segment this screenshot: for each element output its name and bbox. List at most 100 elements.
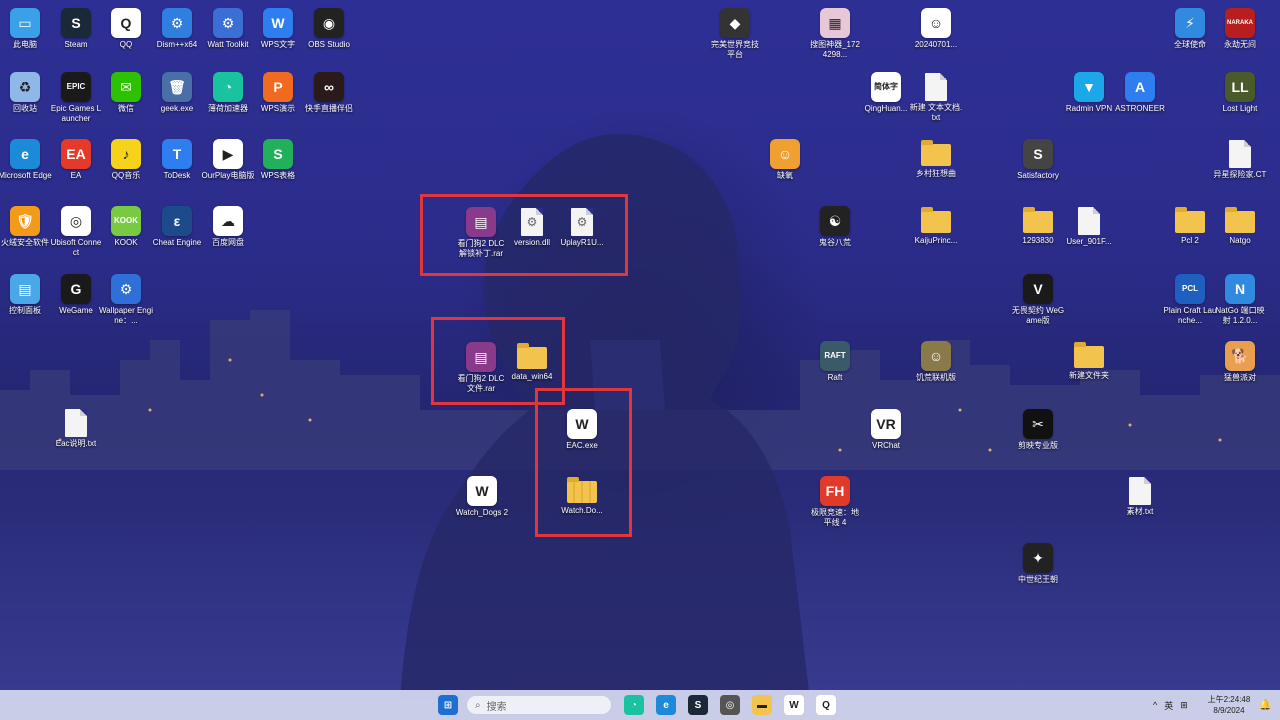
desktop-shortcut[interactable]: ✉ 微信 xyxy=(98,72,154,114)
desktop-shortcut[interactable]: ◆ 完美世界竞技平台 xyxy=(707,8,763,60)
notification-bell-icon[interactable]: 🔔 xyxy=(1259,690,1271,720)
desktop-shortcut-label: EA xyxy=(70,171,82,180)
desktop-shortcut[interactable]: ▤ 控制面板 xyxy=(0,274,53,316)
desktop-shortcut[interactable]: ◎ Ubisoft Connect xyxy=(48,206,104,258)
desktop-shortcut-label: 搜图神器_1724298... xyxy=(810,40,860,59)
desktop-shortcut[interactable]: KaijuPrinc... xyxy=(908,206,964,246)
desktop-shortcut[interactable]: FH 极限竞速：地平线 4 xyxy=(807,476,863,528)
desktop-shortcut[interactable]: 新建文件夹 xyxy=(1061,341,1117,381)
desktop-shortcut[interactable]: P WPS演示 xyxy=(250,72,306,114)
search-icon: ⌕ xyxy=(475,699,481,711)
desktop-shortcut-label: 永劫无间 xyxy=(1224,40,1256,49)
desktop-shortcut[interactable]: LL Lost Light xyxy=(1212,72,1268,114)
desktop-shortcut[interactable]: ∞ 快手直播伴侣 xyxy=(301,72,357,114)
desktop-shortcut[interactable]: ☺ 饥荒联机版 xyxy=(908,341,964,383)
desktop-shortcut[interactable]: KOOK KOOK xyxy=(98,206,154,248)
desktop-shortcut[interactable]: 新建 文本文档.txt xyxy=(908,72,964,123)
ime-indicator[interactable]: 英 xyxy=(1164,699,1173,712)
desktop-shortcut[interactable]: S Satisfactory xyxy=(1010,139,1066,181)
desktop-shortcut[interactable]: 异星探险家.CT xyxy=(1212,139,1268,180)
obs-icon: ◉ xyxy=(314,8,344,38)
desktop-shortcut[interactable]: T ToDesk xyxy=(149,139,205,181)
qq-icon: Q xyxy=(111,8,141,38)
edge-icon: e xyxy=(10,139,40,169)
desktop-shortcut[interactable]: V 无畏契约 WeGame版 xyxy=(1010,274,1066,326)
desktop-shortcut[interactable]: W WPS文字 xyxy=(250,8,306,50)
forza-icon: FH xyxy=(820,476,850,506)
desktop-shortcut-label: Wallpaper Engine：... xyxy=(99,306,153,325)
desktop-shortcut[interactable]: 1293830 xyxy=(1010,206,1066,246)
desktop-shortcut[interactable]: S WPS表格 xyxy=(250,139,306,181)
desktop-shortcut[interactable]: ✦ 中世纪王朝 xyxy=(1010,543,1066,585)
taskbar-clock[interactable]: 上午2:24:48 8/9/2024 xyxy=(1203,694,1255,716)
file-icon xyxy=(1078,207,1100,235)
desktop-shortcut[interactable]: VR VRChat xyxy=(858,409,914,451)
desktop-shortcut[interactable]: 素材.txt xyxy=(1112,476,1168,517)
desktop-shortcut[interactable]: RAFT Raft xyxy=(807,341,863,383)
edge-taskbar-icon[interactable]: e xyxy=(656,695,676,715)
desktop-shortcut[interactable]: ♻ 回收站 xyxy=(0,72,53,114)
desktop-shortcut[interactable]: EPIC Epic Games Launcher xyxy=(48,72,104,124)
desktop-shortcut[interactable]: User_901F... xyxy=(1061,206,1117,247)
desktop-shortcut[interactable]: ▭ 此电脑 xyxy=(0,8,53,50)
desktop-shortcut[interactable]: ☁ 百度网盘 xyxy=(200,206,256,248)
desktop-shortcut[interactable]: ⚙ Wallpaper Engine：... xyxy=(98,274,154,326)
desktop-shortcut[interactable]: PCL Plain Craft Launche... xyxy=(1162,274,1218,326)
clock-time: 上午2:24:48 xyxy=(1207,695,1251,704)
ubisoft-taskbar-icon[interactable]: ◎ xyxy=(720,695,740,715)
taskbar-search-box[interactable]: ⌕ 搜索 xyxy=(466,695,612,715)
desktop-shortcut[interactable]: ☺ 20240701... xyxy=(908,8,964,50)
desktop-shortcut[interactable]: S Steam xyxy=(48,8,104,50)
desktop-shortcut[interactable]: 🗑 geek.exe xyxy=(149,72,205,114)
desktop-shortcut[interactable]: 🐕 猛兽派对 xyxy=(1212,341,1268,383)
kook-icon: KOOK xyxy=(111,206,141,236)
desktop-shortcut[interactable]: ☯ 鬼谷八荒 xyxy=(807,206,863,248)
desktop-shortcut[interactable]: 乡村狂想曲 xyxy=(908,139,964,179)
desktop-shortcut[interactable]: Pcl 2 xyxy=(1162,206,1218,246)
ime-mode-icon[interactable]: ⊞ xyxy=(1180,700,1188,711)
desktop-shortcut[interactable]: Eac说明.txt xyxy=(48,408,104,449)
dont-starve-icon: ☺ xyxy=(921,341,951,371)
desktop-shortcut[interactable]: ✂ 剪映专业版 xyxy=(1010,409,1066,451)
watch-dogs-taskbar-icon[interactable]: W xyxy=(784,695,804,715)
desktop-shortcut[interactable]: ☺ 缺氧 xyxy=(757,139,813,181)
desktop-shortcut[interactable]: ε Cheat Engine xyxy=(149,206,205,248)
desktop-shortcut[interactable]: A ASTRONEER xyxy=(1112,72,1168,114)
desktop-shortcut[interactable]: ▶ OurPlay电脑版 xyxy=(200,139,256,181)
desktop-shortcut[interactable]: ◉ OBS Studio xyxy=(301,8,357,50)
desktop[interactable]: ▭ 此电脑 S Steam Q QQ ⚙ Dism++x64 ⚙ Watt Toolkit W WPS… xyxy=(0,0,1280,700)
desktop-shortcut[interactable]: ▼ Radmin VPN xyxy=(1061,72,1117,114)
tray-chevron-icon[interactable]: ^ xyxy=(1153,700,1157,710)
desktop-shortcut-label: 新建文件夹 xyxy=(1069,371,1109,380)
desktop-shortcut[interactable]: ▦ 搜图神器_1724298... xyxy=(807,8,863,60)
dism-gear-icon: ⚙ xyxy=(162,8,192,38)
desktop-shortcut-label: 乡村狂想曲 xyxy=(916,169,956,178)
desktop-shortcut[interactable]: 简体字 QingHuan... xyxy=(858,72,914,114)
desktop-shortcut[interactable]: Natgo xyxy=(1212,206,1268,246)
desktop-shortcut[interactable]: 🛡 火绒安全软件 xyxy=(0,206,53,248)
desktop-shortcut[interactable]: EA EA xyxy=(48,139,104,181)
geek-icon: 🗑 xyxy=(162,72,192,102)
desktop-shortcut[interactable]: ⚡ 全球使命 xyxy=(1162,8,1218,50)
desktop-shortcut[interactable]: G WeGame xyxy=(48,274,104,316)
steam-taskbar-icon[interactable]: S xyxy=(688,695,708,715)
mint-accelerator-taskbar-icon[interactable]: ◔ xyxy=(624,695,644,715)
explorer-taskbar-icon[interactable]: ▬ xyxy=(752,695,772,715)
desktop-shortcut[interactable]: N NatGo 端口映射 1.2.0... xyxy=(1212,274,1268,326)
start-button[interactable]: ⊞ xyxy=(438,695,458,715)
desktop-shortcut[interactable]: e Microsoft Edge xyxy=(0,139,53,181)
wps-presentation-icon: P xyxy=(263,72,293,102)
desktop-shortcut-label: Watch_Dogs 2 xyxy=(455,508,509,517)
desktop-shortcut[interactable]: ⚙ Dism++x64 xyxy=(149,8,205,50)
desktop-shortcut[interactable]: ⚙ Watt Toolkit xyxy=(200,8,256,50)
global-mission-icon: ⚡ xyxy=(1175,8,1205,38)
desktop-shortcut[interactable]: W Watch_Dogs 2 xyxy=(454,476,510,518)
highlight-box-eac xyxy=(535,388,632,537)
qq-taskbar-icon[interactable]: Q xyxy=(816,695,836,715)
desktop-shortcut[interactable]: ◔ 薄荷加速器 xyxy=(200,72,256,114)
desktop-shortcut[interactable]: Q QQ xyxy=(98,8,154,50)
desktop-shortcut-label: KOOK xyxy=(114,238,138,247)
desktop-shortcut[interactable]: ♪ QQ音乐 xyxy=(98,139,154,181)
desktop-shortcut-label: Pcl 2 xyxy=(1181,236,1199,245)
desktop-shortcut[interactable]: NARAKA 永劫无间 xyxy=(1212,8,1268,50)
